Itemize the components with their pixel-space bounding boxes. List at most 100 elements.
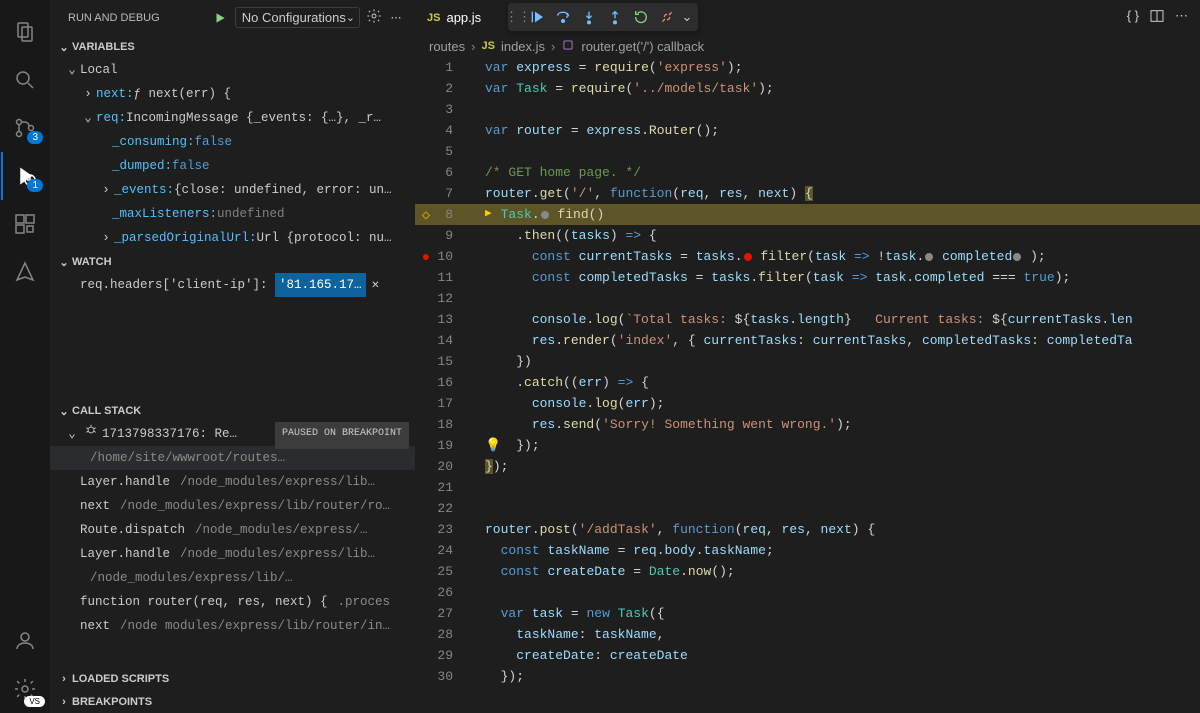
code-line[interactable]: 16 .catch((err) => {	[415, 372, 1200, 393]
line-number[interactable]: 22	[415, 498, 471, 519]
watch-expression[interactable]: req.headers['client-ip']: '81.165.17… ✕	[50, 273, 415, 297]
loaded-scripts-header[interactable]: › LOADED SCRIPTS	[50, 668, 415, 690]
stack-frame[interactable]: /node_modules/express/lib/…	[50, 566, 415, 590]
callstack-header[interactable]: ⌄ CALL STACK	[50, 400, 415, 422]
step-into-button[interactable]	[576, 4, 602, 30]
line-number[interactable]: 27	[415, 603, 471, 624]
line-number[interactable]: 5	[415, 141, 471, 162]
breakpoint-icon[interactable]: ●	[417, 248, 435, 269]
search-icon[interactable]	[1, 56, 49, 104]
azure-icon[interactable]	[1, 248, 49, 296]
line-number[interactable]: 1	[415, 57, 471, 78]
line-number[interactable]: 21	[415, 477, 471, 498]
line-number[interactable]: 23	[415, 519, 471, 540]
breadcrumb-symbol[interactable]: router.get('/') callback	[581, 39, 704, 54]
source-control-icon[interactable]: 3	[1, 104, 49, 152]
continue-button[interactable]	[524, 4, 550, 30]
line-number[interactable]: ◇8	[415, 204, 471, 225]
code-line[interactable]: 1var express = require('express');	[415, 57, 1200, 78]
line-number[interactable]: 20	[415, 456, 471, 477]
more-icon[interactable]: ⋯	[1175, 8, 1188, 27]
code-line[interactable]: 18 res.send('Sorry! Something went wrong…	[415, 414, 1200, 435]
code-line[interactable]: ●10 const currentTasks = tasks. filter(t…	[415, 246, 1200, 267]
code-line[interactable]: 24 const taskName = req.body.taskName;	[415, 540, 1200, 561]
breadcrumbs[interactable]: routes › JS index.js › router.get('/') c…	[415, 35, 1200, 57]
code-line[interactable]: 9 .then((tasks) => {	[415, 225, 1200, 246]
line-number[interactable]: 25	[415, 561, 471, 582]
split-editor-icon[interactable]	[1149, 8, 1165, 27]
line-number[interactable]: 24	[415, 540, 471, 561]
line-number[interactable]: 9	[415, 225, 471, 246]
line-number[interactable]: ●10	[415, 246, 471, 267]
line-number[interactable]: 19	[415, 435, 471, 456]
line-number[interactable]: 28	[415, 624, 471, 645]
breadcrumb-item[interactable]: routes	[429, 39, 465, 54]
variables-header[interactable]: ⌄ VARIABLES	[50, 36, 415, 58]
code-line[interactable]: 26	[415, 582, 1200, 603]
code-line[interactable]: 11 const completedTasks = tasks.filter(t…	[415, 267, 1200, 288]
line-number[interactable]: 15	[415, 351, 471, 372]
code-line[interactable]: 17 console.log(err);	[415, 393, 1200, 414]
code-line[interactable]: 13 console.log(`Total tasks: ${tasks.len…	[415, 309, 1200, 330]
line-number[interactable]: 26	[415, 582, 471, 603]
code-line[interactable]: 27 var task = new Task({	[415, 603, 1200, 624]
stack-frame[interactable]: Layer.handle/node_modules/express/lib…	[50, 470, 415, 494]
scope-local[interactable]: ⌄ Local	[50, 58, 415, 82]
disconnect-button[interactable]	[654, 4, 680, 30]
restart-button[interactable]	[628, 4, 654, 30]
stack-frame[interactable]: Route.dispatch/node_modules/express/…	[50, 518, 415, 542]
account-icon[interactable]	[1, 617, 49, 665]
code-line[interactable]: 6/* GET home page. */	[415, 162, 1200, 183]
code-line[interactable]: ◇8▶ Task. find()	[415, 204, 1200, 225]
close-icon[interactable]: ✕	[372, 273, 380, 297]
code-line[interactable]: 20});	[415, 456, 1200, 477]
code-editor[interactable]: 1var express = require('express');2var T…	[415, 57, 1200, 713]
watch-header[interactable]: ⌄ WATCH	[50, 251, 415, 273]
line-number[interactable]: 14	[415, 330, 471, 351]
code-line[interactable]: 29 createDate: createDate	[415, 645, 1200, 666]
code-line[interactable]: 30 });	[415, 666, 1200, 687]
code-line[interactable]: 7router.get('/', function(req, res, next…	[415, 183, 1200, 204]
config-select[interactable]: No Configurations	[235, 7, 360, 28]
variable-row[interactable]: ›_events: {close: undefined, error: un…	[50, 178, 415, 202]
tab-app-js[interactable]: JS app.js	[415, 0, 493, 35]
stack-frame[interactable]: Layer.handle/node_modules/express/lib…	[50, 542, 415, 566]
code-line[interactable]: 19💡 });	[415, 435, 1200, 456]
code-line[interactable]: 4var router = express.Router();	[415, 120, 1200, 141]
variable-row[interactable]: ⌄req: IncomingMessage {_events: {…}, _r…	[50, 106, 415, 130]
thread-row[interactable]: ⌄ 1713798337176: Re… PAUSED ON BREAKPOIN…	[50, 422, 415, 446]
code-line[interactable]: 21	[415, 477, 1200, 498]
code-line[interactable]: 25 const createDate = Date.now();	[415, 561, 1200, 582]
stack-frame[interactable]: function router(req, res, next) {.proces	[50, 590, 415, 614]
explorer-icon[interactable]	[1, 8, 49, 56]
code-line[interactable]: 22	[415, 498, 1200, 519]
line-number[interactable]: 16	[415, 372, 471, 393]
chevron-down-icon[interactable]: ⌄	[680, 4, 694, 30]
line-number[interactable]: 2	[415, 78, 471, 99]
breakpoints-header[interactable]: › BREAKPOINTS	[50, 691, 415, 713]
stack-frame[interactable]: next/node modules/express/lib/router/in…	[50, 614, 415, 638]
start-debug-button[interactable]	[209, 7, 231, 29]
line-number[interactable]: 4	[415, 120, 471, 141]
gear-icon[interactable]	[363, 8, 385, 27]
step-out-button[interactable]	[602, 4, 628, 30]
line-number[interactable]: 7	[415, 183, 471, 204]
drag-handle-icon[interactable]: ⋮⋮	[512, 4, 524, 30]
settings-icon[interactable]: VS	[1, 665, 49, 713]
braces-icon[interactable]: { }	[1127, 8, 1139, 27]
line-number[interactable]: 30	[415, 666, 471, 687]
extensions-icon[interactable]	[1, 200, 49, 248]
line-number[interactable]: 12	[415, 288, 471, 309]
line-number[interactable]: 3	[415, 99, 471, 120]
code-line[interactable]: 14 res.render('index', { currentTasks: c…	[415, 330, 1200, 351]
code-line[interactable]: 23router.post('/addTask', function(req, …	[415, 519, 1200, 540]
lightbulb-icon[interactable]: 💡	[485, 435, 501, 456]
breakpoint-unverified-icon[interactable]: ◇	[417, 206, 435, 227]
variable-row[interactable]: _dumped: false	[50, 154, 415, 178]
code-line[interactable]: 28 taskName: taskName,	[415, 624, 1200, 645]
line-number[interactable]: 17	[415, 393, 471, 414]
line-number[interactable]: 6	[415, 162, 471, 183]
line-number[interactable]: 13	[415, 309, 471, 330]
code-line[interactable]: 15 })	[415, 351, 1200, 372]
breadcrumb-item[interactable]: index.js	[501, 39, 545, 54]
